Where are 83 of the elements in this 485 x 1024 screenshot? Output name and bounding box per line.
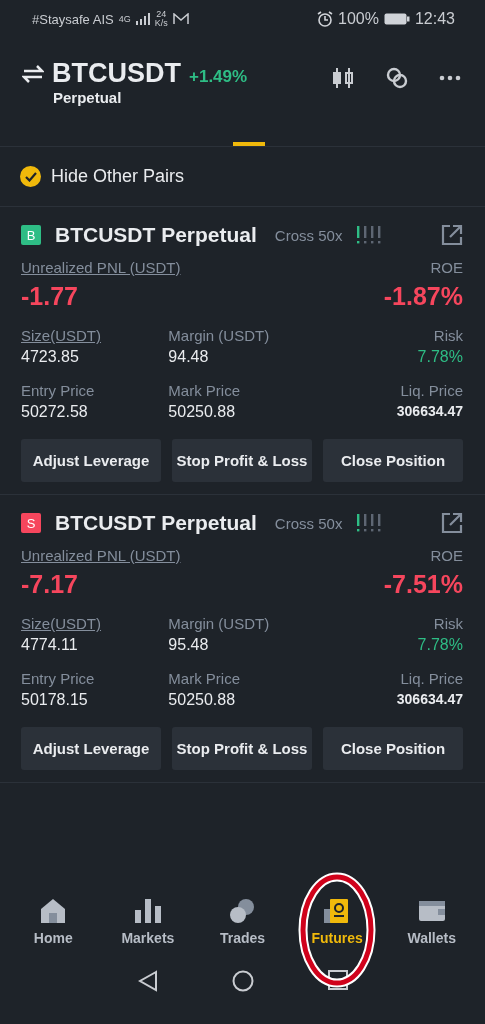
stat-value: 50250.88 (168, 691, 236, 709)
symbol-title: BTCUSDT (52, 58, 181, 89)
nav-item[interactable]: Wallets (407, 892, 456, 962)
bar-chart-icon (133, 898, 162, 924)
stat-label: Risk (433, 615, 463, 632)
tab-indicator (232, 142, 265, 146)
carrier-name: #Staysafe AIS (32, 12, 114, 26)
roe-label: ROE (430, 259, 463, 276)
stat-label: Liq. Price (400, 670, 463, 687)
home-icon (39, 898, 68, 924)
nav-label: Home (33, 930, 73, 946)
stat-value: 50250.88 (168, 403, 236, 421)
nav-label: Markets (121, 930, 175, 946)
more-icon[interactable] (439, 75, 461, 81)
stat-value: 306634.47 (396, 403, 463, 419)
nav-label: Futures (311, 930, 363, 946)
speed-unit: K/s (154, 19, 168, 28)
hide-pairs-label: Hide Other Pairs (51, 166, 185, 187)
stat-label: Entry Price (21, 670, 95, 687)
candlestick-icon[interactable] (331, 67, 355, 89)
stat-value: 50178.15 (21, 691, 88, 709)
clock-time: 12:43 (414, 11, 455, 27)
action-button[interactable]: Close Position (323, 727, 463, 770)
coins-icon (228, 898, 257, 924)
signal-icon (135, 13, 150, 25)
action-button[interactable]: Stop Profit & Loss (172, 439, 312, 482)
speed-value: 24 (156, 10, 167, 19)
action-button[interactable]: Stop Profit & Loss (172, 727, 312, 770)
pnl-label[interactable]: Unrealized PNL (USDT) (21, 547, 181, 564)
action-button[interactable]: Adjust Leverage (21, 439, 161, 482)
stat-label: Entry Price (21, 382, 95, 399)
stat-value: 50272.58 (21, 403, 88, 421)
nav-label: Trades (219, 930, 266, 946)
margin-mode: Cross 50x (274, 514, 343, 532)
nav-item[interactable]: Markets (121, 892, 175, 962)
position-title: BTCUSDT Perpetual (55, 223, 257, 247)
linked-circles-icon[interactable] (385, 66, 409, 90)
pnl-value: -7.17 (21, 570, 78, 599)
stat-label: Liq. Price (400, 382, 463, 399)
stat-value: 4774.11 (21, 636, 78, 654)
mail-icon (172, 13, 189, 25)
roe-value: -7.51% (383, 570, 463, 599)
stat-label: Mark Price (168, 670, 240, 687)
checkmark-icon (24, 171, 37, 182)
back-icon[interactable] (137, 970, 158, 992)
recents-icon[interactable] (327, 970, 348, 990)
stat-value: 4723.85 (21, 348, 79, 366)
side-badge: B (21, 225, 41, 245)
hide-pairs-checkbox[interactable] (20, 166, 41, 187)
nav-item[interactable]: Trades (219, 892, 266, 962)
roe-value: -1.87% (383, 282, 463, 311)
roe-label: ROE (430, 547, 463, 564)
battery-percent: 100% (338, 11, 379, 27)
margin-mode: Cross 50x (274, 226, 343, 244)
share-icon[interactable] (441, 224, 463, 246)
stat-label: Margin (USDT) (168, 615, 270, 632)
action-button[interactable]: Adjust Leverage (21, 727, 161, 770)
nav-item[interactable]: Home (33, 892, 73, 962)
action-button[interactable]: Close Position (323, 439, 463, 482)
share-icon[interactable] (441, 512, 463, 534)
pnl-value: -1.77 (21, 282, 78, 311)
nav-label: Wallets (407, 930, 456, 946)
position-title: BTCUSDT Perpetual (55, 511, 257, 535)
battery-icon (383, 13, 410, 25)
price-change: +1.49% (189, 66, 248, 87)
swap-icon[interactable] (22, 63, 44, 84)
side-badge: S (21, 513, 41, 533)
network-type: 4G (118, 14, 131, 24)
home-circle-icon[interactable] (231, 970, 254, 992)
stat-value: 95.48 (168, 636, 209, 654)
stat-value: 7.78% (417, 636, 463, 654)
stat-label: Mark Price (168, 382, 240, 399)
wallet-icon (417, 898, 446, 924)
stat-value: 94.48 (168, 348, 209, 366)
stat-label: Risk (433, 327, 463, 344)
contract-type: Perpetual (53, 89, 122, 106)
alarm-icon (317, 11, 334, 27)
stat-label: Margin (USDT) (168, 327, 270, 344)
pnl-label[interactable]: Unrealized PNL (USDT) (21, 259, 181, 276)
stat-value: 306634.47 (396, 691, 463, 707)
stat-label: Size(USDT) (21, 327, 101, 344)
stat-value: 7.78% (417, 348, 463, 366)
stat-label: Size(USDT) (21, 615, 101, 632)
